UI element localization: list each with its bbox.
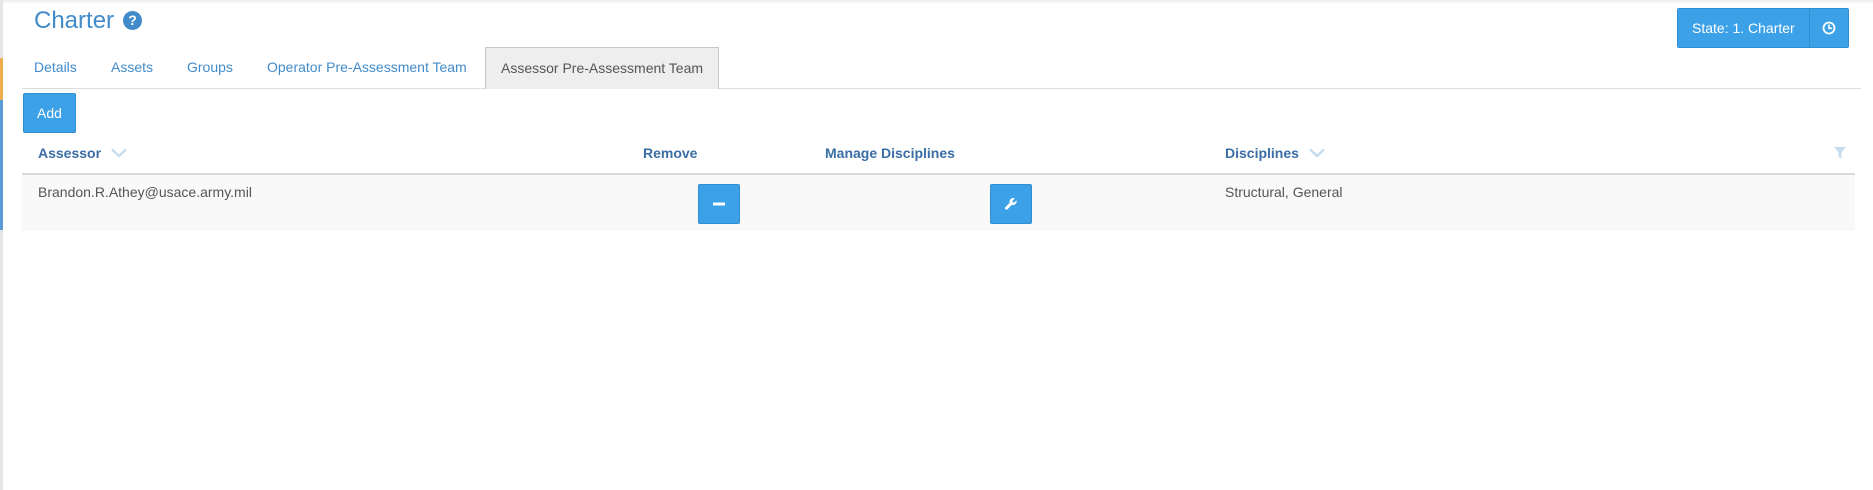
top-shadow (0, 0, 1873, 4)
charter-page: Charter ? State: 1. Charter Details Asse… (0, 0, 1873, 490)
column-header-remove: Remove (643, 145, 698, 161)
tab-bar: Details Assets Groups Operator Pre-Asses… (22, 47, 1861, 89)
state-button-group: State: 1. Charter (1677, 8, 1849, 48)
state-button[interactable]: State: 1. Charter (1678, 9, 1810, 47)
column-header-disciplines-label: Disciplines (1225, 145, 1299, 161)
column-header-disciplines[interactable]: Disciplines (1225, 137, 1325, 173)
tab-assets[interactable]: Assets (111, 47, 153, 87)
page-title: Charter (34, 7, 115, 34)
grid-header: Assessor Remove Manage Disciplines Disci… (22, 137, 1855, 175)
question-circle-icon[interactable]: ? (123, 11, 142, 30)
remove-button[interactable] (698, 184, 740, 224)
left-accent-blue (0, 100, 3, 230)
tab-operator-pre-assessment-team[interactable]: Operator Pre-Assessment Team (267, 47, 467, 87)
column-header-manage-disciplines: Manage Disciplines (825, 145, 955, 161)
assessor-email: Brandon.R.Athey@usace.army.mil (38, 184, 252, 200)
column-header-assessor[interactable]: Assessor (38, 137, 127, 173)
column-header-assessor-label: Assessor (38, 145, 102, 161)
assessor-grid: Assessor Remove Manage Disciplines Disci… (22, 137, 1855, 231)
left-edge-bar (0, 0, 3, 490)
manage-disciplines-button[interactable] (990, 184, 1032, 224)
wrench-icon (1004, 198, 1017, 210)
clock-icon (1822, 21, 1836, 35)
filter-icon[interactable] (1833, 146, 1847, 160)
tab-assessor-pre-assessment-team[interactable]: Assessor Pre-Assessment Team (485, 47, 720, 89)
disciplines-value: Structural, General (1225, 184, 1343, 200)
tab-groups[interactable]: Groups (187, 47, 233, 87)
minus-icon (713, 202, 725, 206)
history-button[interactable] (1809, 9, 1848, 47)
add-button[interactable]: Add (23, 93, 76, 133)
table-row: Brandon.R.Athey@usace.army.mil Structura… (22, 175, 1855, 231)
chevron-down-icon[interactable] (1308, 148, 1325, 158)
tab-details[interactable]: Details (34, 47, 77, 87)
left-accent-orange (0, 58, 3, 100)
chevron-down-icon[interactable] (111, 148, 127, 158)
